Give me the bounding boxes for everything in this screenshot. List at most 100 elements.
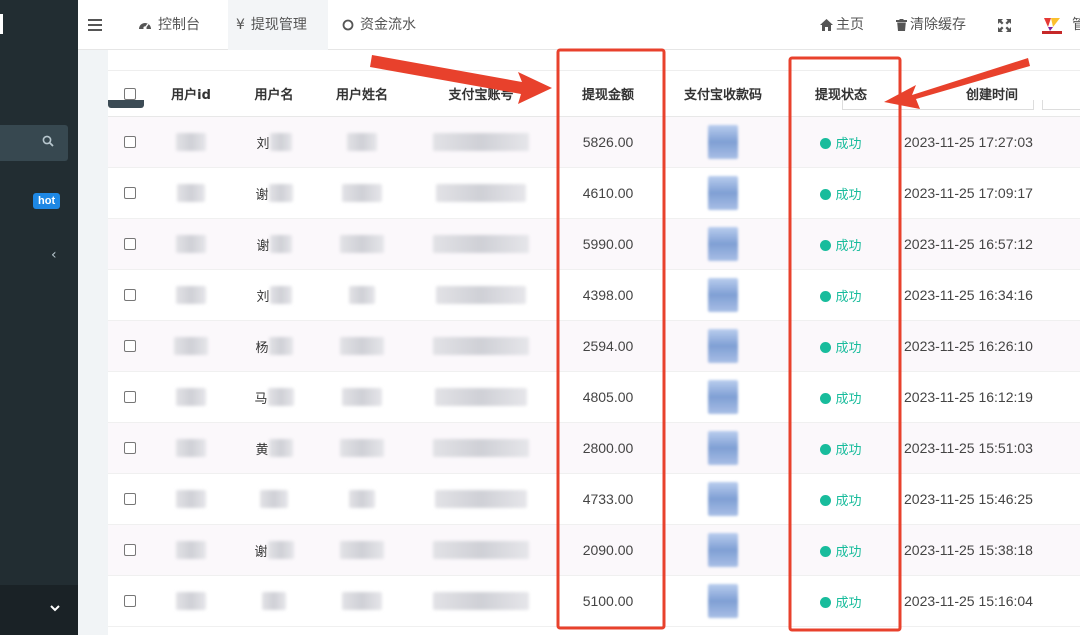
- row-select-cell[interactable]: [108, 575, 152, 627]
- tab-withdraw-management[interactable]: ¥ 提现管理: [228, 0, 328, 50]
- alipay-qr-thumbnail[interactable]: [708, 533, 738, 567]
- alipay-qr-cell[interactable]: [660, 524, 786, 576]
- alipay-qr-thumbnail[interactable]: [708, 584, 738, 618]
- alipay-qr-cell[interactable]: [660, 371, 786, 423]
- col-user-id[interactable]: 用户id: [152, 70, 230, 117]
- table-row[interactable]: 谢 5990.00 成功 2023-11-25 16:57:12: [108, 218, 1080, 270]
- row-select-cell[interactable]: [108, 422, 152, 474]
- status-text: 成功: [835, 493, 862, 509]
- user-id-cell: [152, 524, 230, 576]
- created-time-cell: 2023-11-25 15:46:25: [896, 473, 1080, 525]
- hamburger-icon[interactable]: [88, 19, 102, 31]
- withdraw-amount-cell: 2594.00: [556, 320, 660, 372]
- col-withdraw-status[interactable]: 提现状态: [786, 70, 896, 117]
- username-cell: 谢: [230, 167, 318, 219]
- alipay-qr-thumbnail[interactable]: [708, 380, 738, 414]
- alipay-qr-cell[interactable]: [660, 320, 786, 372]
- row-select-cell[interactable]: [108, 320, 152, 372]
- row-checkbox[interactable]: [124, 442, 136, 454]
- alipay-qr-cell[interactable]: [660, 218, 786, 270]
- alipay-qr-thumbnail[interactable]: [708, 125, 738, 159]
- row-checkbox[interactable]: [124, 544, 136, 556]
- status-dot-icon: [820, 239, 832, 251]
- real-name-cell: [318, 524, 406, 576]
- table-row[interactable]: 刘 4398.00 成功 2023-11-25 16:34:16: [108, 269, 1080, 321]
- row-select-cell[interactable]: [108, 218, 152, 270]
- alipay-qr-cell[interactable]: [660, 116, 786, 168]
- row-select-cell[interactable]: [108, 116, 152, 168]
- row-checkbox[interactable]: [124, 238, 136, 250]
- row-select-cell[interactable]: [108, 524, 152, 576]
- row-checkbox[interactable]: [124, 391, 136, 403]
- row-select-cell[interactable]: [108, 269, 152, 321]
- menu-toggle-button[interactable]: [88, 0, 112, 50]
- table-row[interactable]: 杨 2594.00 成功 2023-11-25 16:26:10: [108, 320, 1080, 372]
- row-checkbox[interactable]: [124, 136, 136, 148]
- table-row[interactable]: 刘 5826.00 成功 2023-11-25 17:27:03: [108, 116, 1080, 168]
- home-link[interactable]: 主页: [820, 0, 884, 50]
- masked-username: [267, 388, 294, 406]
- chevron-down-icon[interactable]: [49, 602, 61, 614]
- row-checkbox[interactable]: [124, 289, 136, 301]
- select-all-checkbox[interactable]: [124, 87, 136, 100]
- row-select-cell[interactable]: [108, 371, 152, 423]
- sidebar: hot ‹: [0, 0, 78, 635]
- alipay-qr-cell[interactable]: [660, 473, 786, 525]
- alipay-qr-thumbnail[interactable]: [708, 227, 738, 261]
- tab-fund-flow[interactable]: 资金流水: [334, 0, 434, 50]
- username-prefix: 谢: [256, 238, 270, 254]
- expand-icon[interactable]: [998, 18, 1011, 32]
- tab-dashboard[interactable]: 控制台: [130, 0, 214, 50]
- masked-user-id: [176, 286, 206, 304]
- alipay-qr-thumbnail[interactable]: [708, 278, 738, 312]
- masked-username: [269, 133, 292, 151]
- username-prefix: 马: [254, 391, 268, 407]
- row-checkbox[interactable]: [124, 340, 136, 352]
- chevron-left-icon[interactable]: ‹: [51, 247, 57, 263]
- alipay-qr-cell[interactable]: [660, 575, 786, 627]
- user-id-cell: [152, 371, 230, 423]
- masked-user-id: [174, 337, 208, 355]
- row-select-cell[interactable]: [108, 167, 152, 219]
- username-prefix: 刘: [256, 289, 270, 305]
- col-username[interactable]: 用户名: [230, 70, 318, 117]
- alipay-qr-thumbnail[interactable]: [708, 482, 738, 516]
- real-name-cell: [318, 167, 406, 219]
- table-row[interactable]: 4733.00 成功 2023-11-25 15:46:25: [108, 473, 1080, 525]
- real-name-cell: [318, 320, 406, 372]
- withdraw-amount-cell: 4733.00: [556, 473, 660, 525]
- withdraw-status-cell: 成功: [786, 320, 896, 372]
- col-created-time[interactable]: 创建时间: [896, 70, 1080, 117]
- masked-user-id: [176, 439, 206, 457]
- avatar[interactable]: [1040, 0, 1064, 50]
- clear-cache-button[interactable]: 清除缓存: [896, 0, 986, 50]
- search-icon[interactable]: [42, 135, 54, 147]
- table-row[interactable]: 5100.00 成功 2023-11-25 15:16:04: [108, 575, 1080, 627]
- alipay-qr-cell[interactable]: [660, 269, 786, 321]
- row-checkbox[interactable]: [124, 493, 136, 505]
- table-row[interactable]: 黄 2800.00 成功 2023-11-25 15:51:03: [108, 422, 1080, 474]
- row-select-cell[interactable]: [108, 473, 152, 525]
- col-real-name[interactable]: 用户姓名: [318, 70, 406, 117]
- fullscreen-button[interactable]: [998, 0, 1014, 50]
- col-alipay-account[interactable]: 支付宝账号: [406, 70, 556, 117]
- alipay-account-cell: [406, 269, 556, 321]
- tab-withdraw-label: 提现管理: [250, 17, 307, 33]
- username-label[interactable]: 管: [1072, 0, 1080, 50]
- col-withdraw-amount[interactable]: 提现金额: [556, 70, 660, 117]
- alipay-qr-thumbnail[interactable]: [708, 176, 738, 210]
- col-alipay-qr[interactable]: 支付宝收款码: [660, 70, 786, 117]
- row-checkbox[interactable]: [124, 187, 136, 199]
- alipay-qr-cell[interactable]: [660, 422, 786, 474]
- alipay-qr-thumbnail[interactable]: [708, 431, 738, 465]
- alipay-qr-cell[interactable]: [660, 167, 786, 219]
- table-row[interactable]: 谢 2090.00 成功 2023-11-25 15:38:18: [108, 524, 1080, 576]
- table-row[interactable]: 谢 4610.00 成功 2023-11-25 17:09:17: [108, 167, 1080, 219]
- alipay-account-cell: [406, 116, 556, 168]
- table-row[interactable]: 马 4805.00 成功 2023-11-25 16:12:19: [108, 371, 1080, 423]
- alipay-qr-thumbnail[interactable]: [708, 329, 738, 363]
- row-checkbox[interactable]: [124, 595, 136, 607]
- sidebar-search-box[interactable]: [0, 125, 68, 161]
- circle-icon: [342, 19, 354, 31]
- select-all-cell[interactable]: [108, 70, 152, 117]
